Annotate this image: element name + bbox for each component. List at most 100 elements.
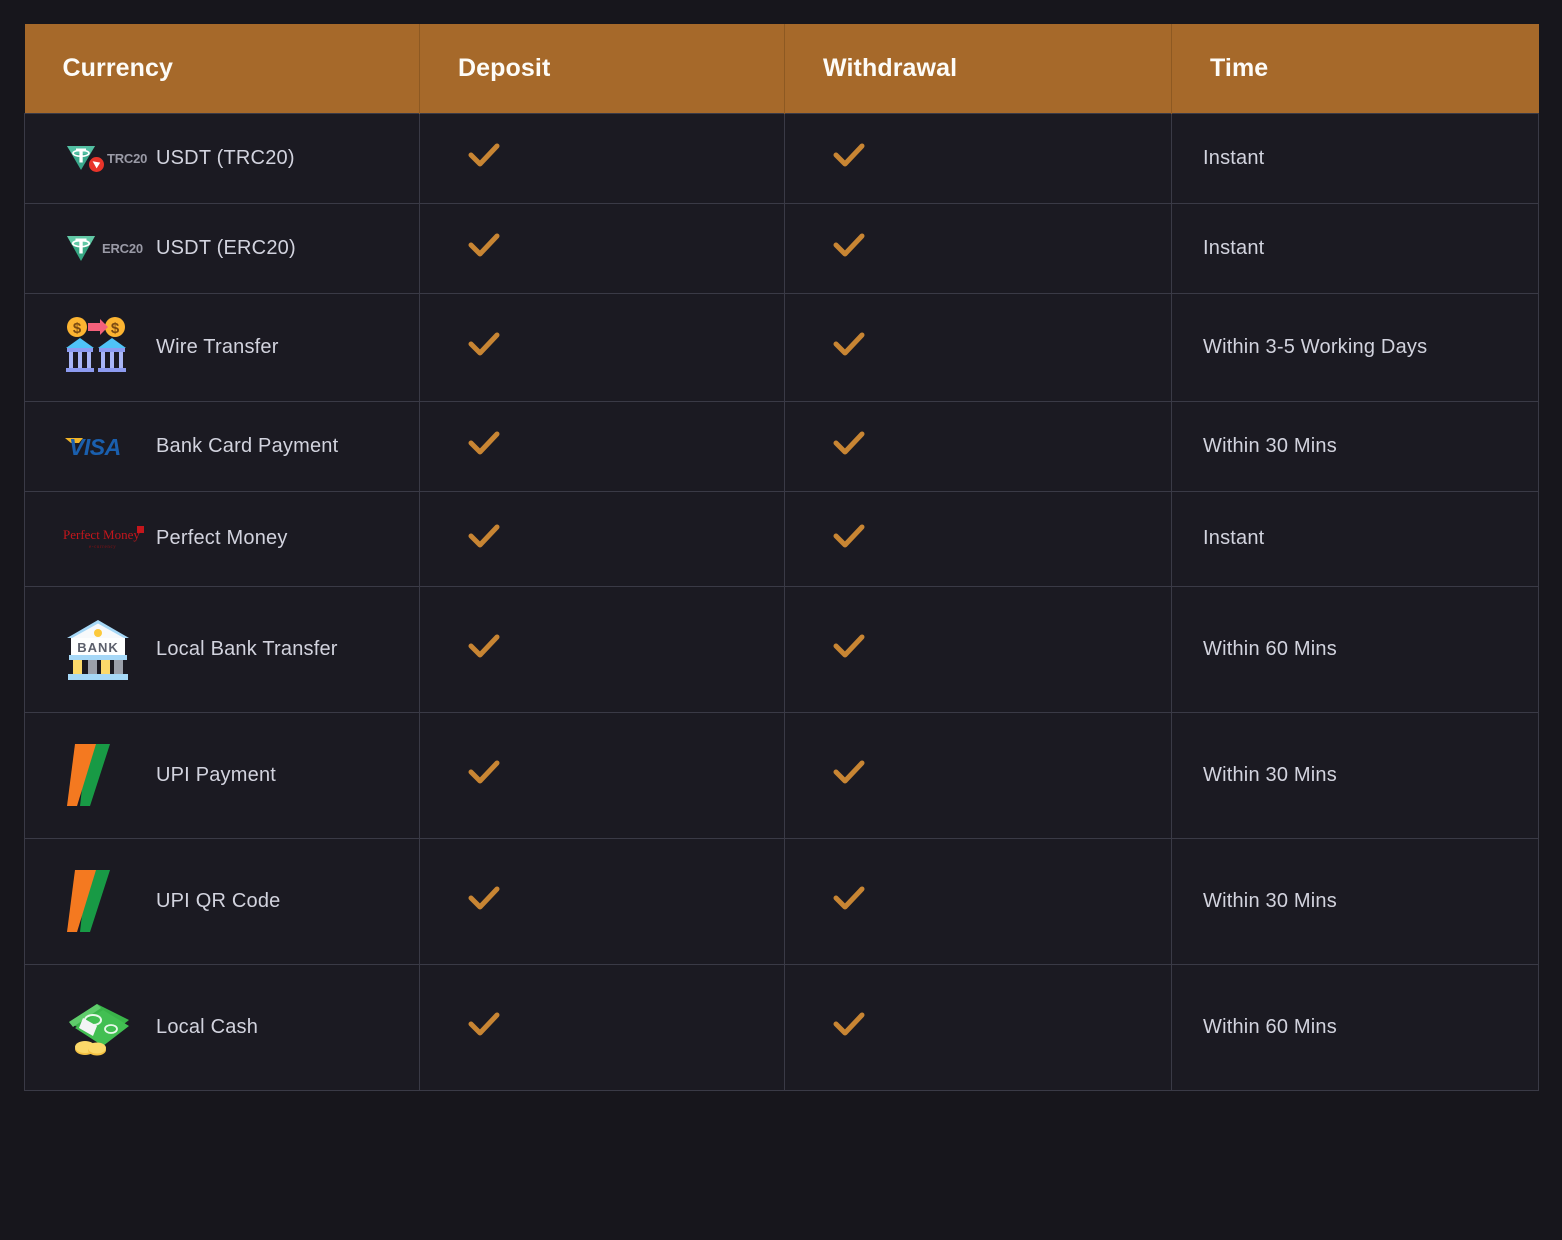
cell-time: Instant [1171,112,1539,204]
tether-trc20-icon: TRC20 [63,140,147,176]
column-header-withdrawal[interactable]: Withdrawal [784,24,1172,113]
svg-text:Perfect Money: Perfect Money [63,527,140,542]
table-row[interactable]: BANK Local Bank Transfer Within 60 Mins [24,585,1539,713]
column-header-time[interactable]: Time [1171,24,1539,113]
logo-badge-label: ERC20 [102,240,143,256]
logo-slot [63,865,156,937]
cell-deposit [419,112,785,204]
table-header-row: Currency Deposit Withdrawal Time [24,24,1539,113]
cell-withdrawal [784,585,1172,713]
cell-currency: TRC20 USDT (TRC20) [24,112,420,204]
time-value: Instant [1203,146,1265,169]
cell-time: Within 3-5 Working Days [1171,292,1539,402]
cell-currency: UPI QR Code [24,837,420,965]
currency-name: Local Cash [156,1015,259,1038]
cell-time: Instant [1171,202,1539,294]
time-value: Instant [1203,527,1265,549]
cell-withdrawal [784,711,1172,839]
cell-currency: $ $ Wire Transfer [24,292,420,402]
column-header-deposit[interactable]: Deposit [419,24,785,113]
cell-withdrawal [784,202,1172,294]
logo-slot: BANK [63,614,156,684]
check-icon [468,332,500,356]
cell-withdrawal [784,112,1172,204]
table-header: Currency Deposit Withdrawal Time [24,24,1539,113]
cell-withdrawal [784,963,1172,1091]
check-icon [833,1012,865,1036]
payment-methods-table: Currency Deposit Withdrawal Time TRC20 U… [24,24,1539,1091]
cell-time: Within 30 Mins [1171,837,1539,965]
logo-badge-label: TRC20 [107,150,148,166]
time-value: Within 30 Mins [1203,889,1337,912]
currency-name: USDT (TRC20) [156,146,295,169]
cell-time: Instant [1171,490,1539,587]
cell-time: Within 30 Mins [1171,400,1539,492]
table-row[interactable]: Local Cash Within 60 Mins [24,963,1539,1091]
svg-text:BANK: BANK [77,640,119,655]
time-value: Within 30 Mins [1203,434,1337,457]
bank-icon: BANK [67,620,129,680]
table-row[interactable]: Perfect Money e-currency Perfect Money I… [24,490,1539,587]
cell-withdrawal [784,400,1172,492]
wire-transfer-icon: $ $ [66,317,126,372]
check-icon [468,634,500,658]
perfect-money-icon: Perfect Money e-currency [63,525,144,550]
logo-slot [63,996,156,1058]
table-row[interactable]: VISA Bank Card Payment Within 30 Mins [24,400,1539,492]
svg-text:e-currency: e-currency [89,545,116,550]
table-row[interactable]: UPI QR Code Within 30 Mins [24,837,1539,965]
svg-text:$: $ [73,320,82,337]
cell-withdrawal [784,837,1172,965]
table-row[interactable]: TRC20 USDT (TRC20) Instant [24,112,1539,204]
currency-name: Perfect Money [156,527,288,549]
cell-currency: VISA Bank Card Payment [24,400,420,492]
column-header-currency[interactable]: Currency [24,24,420,113]
money-icon [69,1004,129,1056]
check-icon [468,431,500,455]
tron-badge-icon [89,157,104,172]
cell-withdrawal [784,490,1172,587]
cell-currency: UPI Payment [24,711,420,839]
cell-deposit [419,837,785,965]
cell-currency: BANK Local Bank Transfer [24,585,420,713]
logo-slot: VISA [63,432,156,460]
logo-slot [63,739,156,811]
check-icon [833,233,865,257]
logo-slot: TRC20 [63,140,156,176]
check-icon [833,634,865,658]
currency-name: UPI QR Code [156,889,281,912]
cell-deposit [419,585,785,713]
check-icon [833,524,865,547]
cell-currency: Perfect Money e-currency Perfect Money [24,490,420,587]
cell-deposit [419,400,785,492]
check-icon [833,760,865,784]
currency-name: Bank Card Payment [156,434,339,457]
time-value: Within 60 Mins [1203,637,1337,660]
cell-time: Within 60 Mins [1171,963,1539,1091]
cell-deposit [419,292,785,402]
cell-deposit [419,490,785,587]
table-row[interactable]: $ $ Wire Transfer Within 3-5 Working Day… [24,292,1539,402]
table-row[interactable]: ERC20 USDT (ERC20) Instant [24,202,1539,294]
time-value: Instant [1203,236,1265,259]
time-value: Within 60 Mins [1203,1015,1337,1038]
cell-deposit [419,711,785,839]
time-value: Within 3-5 Working Days [1203,335,1428,358]
payment-methods-table-wrap: Currency Deposit Withdrawal Time TRC20 U… [24,24,1539,1091]
table-row[interactable]: UPI Payment Within 30 Mins [24,711,1539,839]
tether-erc20-icon: ERC20 [63,230,143,266]
check-icon [468,143,500,167]
time-value: Within 30 Mins [1203,763,1337,786]
check-icon [468,1012,500,1036]
cell-time: Within 30 Mins [1171,711,1539,839]
check-icon [468,886,500,910]
cell-currency: Local Cash [24,963,420,1091]
check-icon [833,332,865,356]
currency-name: Wire Transfer [156,335,279,358]
check-icon [468,524,500,547]
visa-icon: VISA [65,434,121,460]
tether-diamond-icon [67,236,95,261]
cell-time: Within 60 Mins [1171,585,1539,713]
page-root: Currency Deposit Withdrawal Time TRC20 U… [0,0,1562,1240]
currency-name: UPI Payment [156,763,277,786]
